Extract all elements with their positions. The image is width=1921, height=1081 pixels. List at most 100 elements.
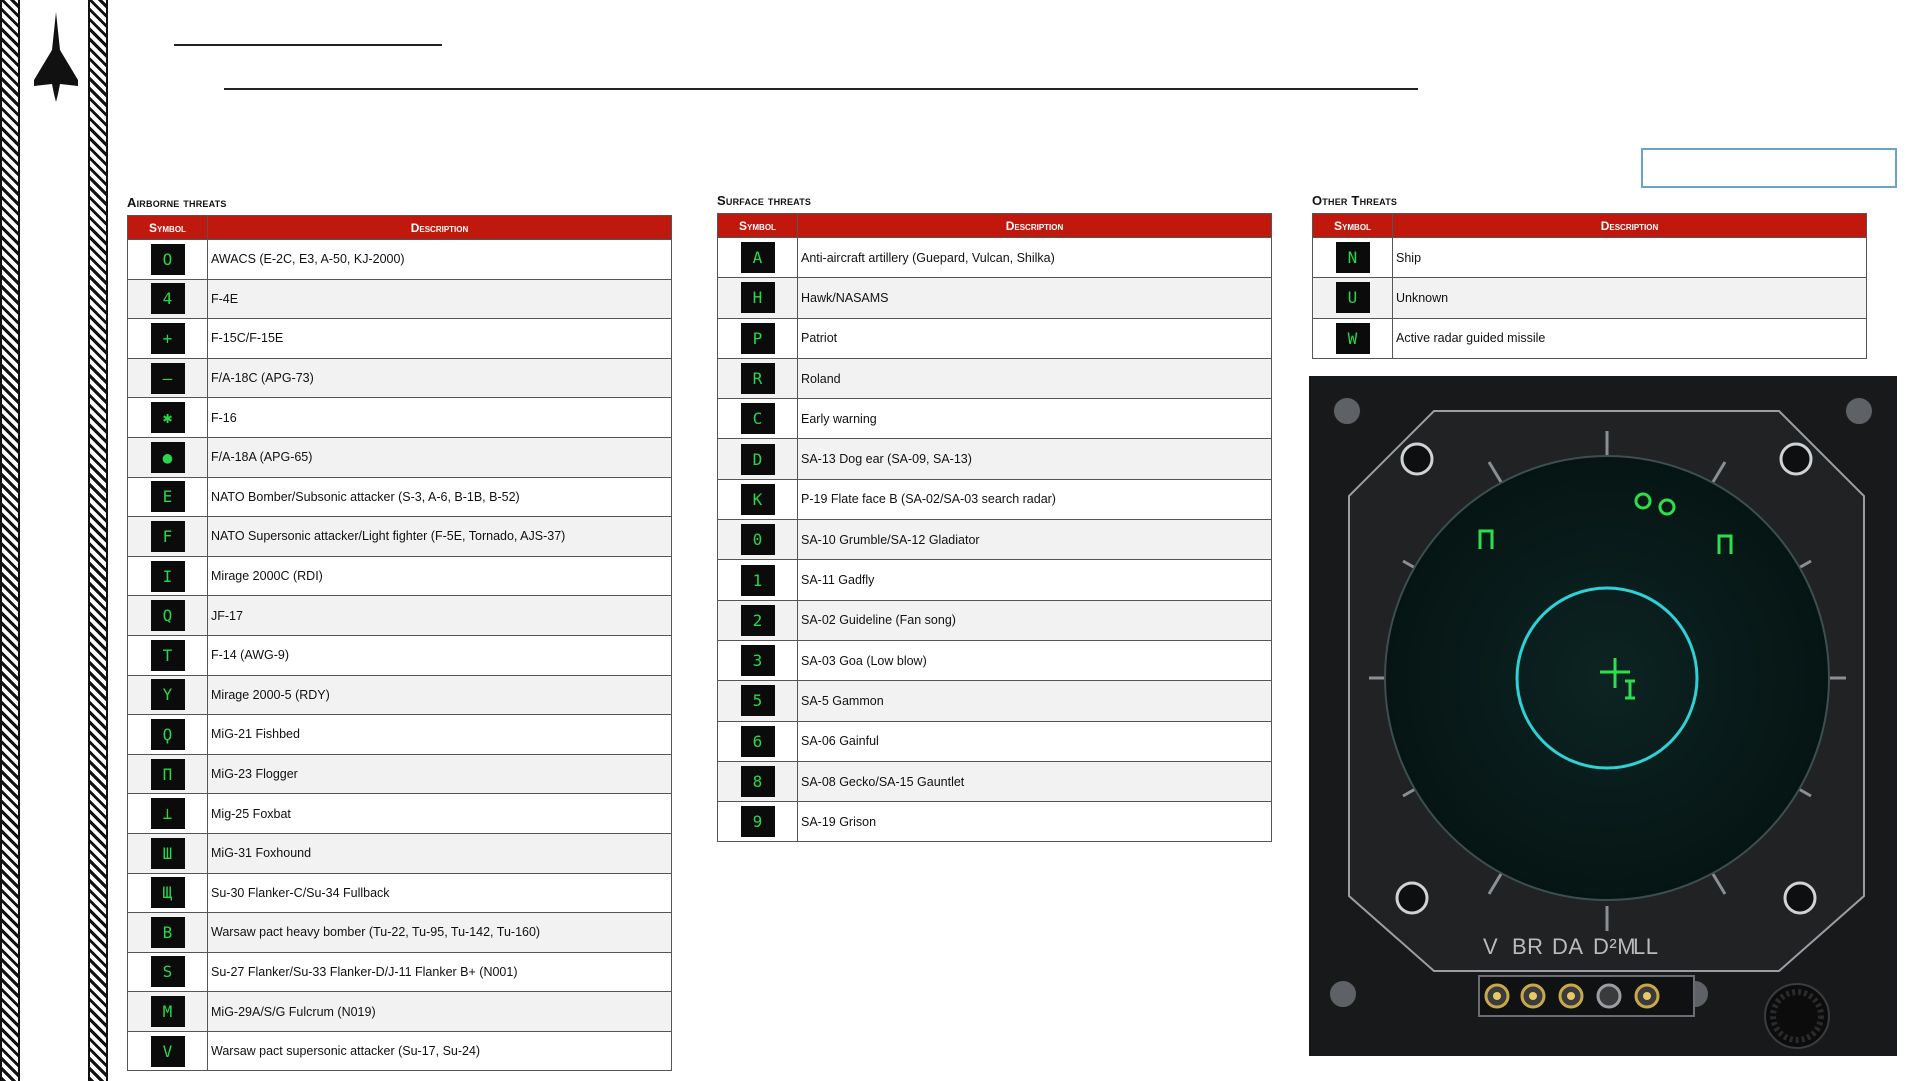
table-row: U Unknown bbox=[1312, 277, 1867, 319]
description-cell: Warsaw pact supersonic attacker (Su-17, … bbox=[207, 1030, 672, 1072]
table-row: Щ Su-30 Flanker-C/Su-34 Fullback bbox=[127, 872, 672, 914]
table-row: F NATO Supersonic attacker/Light fighter … bbox=[127, 516, 672, 557]
table-row: Π MiG-23 Flogger bbox=[127, 753, 672, 795]
description-cell: Anti-aircraft artillery (Guepard, Vulcan… bbox=[797, 236, 1272, 279]
threat-symbol: 6 bbox=[740, 725, 775, 757]
symbol-cell: 2 bbox=[717, 599, 798, 641]
table-row: T F-14 (AWG-9) bbox=[127, 634, 672, 676]
brightness-knob-icon bbox=[1764, 983, 1830, 1049]
description-cell: MiG-29A/S/G Fulcrum (N019) bbox=[207, 991, 672, 1032]
description-cell: Early warning bbox=[797, 398, 1272, 440]
empty-highlight-box bbox=[1641, 148, 1897, 188]
other-threats-title: Other Threats bbox=[1312, 193, 1398, 208]
airborne-threats-table: Symbol Description O AWACS (E-2C, E3, A-5… bbox=[127, 215, 672, 1072]
column-header-symbol: Symbol bbox=[127, 215, 208, 240]
threat-symbol: P bbox=[740, 322, 775, 354]
threat-symbol: R bbox=[740, 363, 775, 395]
symbol-cell: M bbox=[127, 991, 208, 1032]
page-border-hatch-right bbox=[88, 0, 108, 1081]
description-cell: F/A-18A (APG-65) bbox=[207, 436, 672, 478]
description-cell: MiG-23 Flogger bbox=[207, 753, 672, 795]
table-row: A Anti-aircraft artillery (Guepard, Vulca… bbox=[717, 236, 1272, 279]
column-header-symbol: Symbol bbox=[1312, 213, 1393, 238]
threat-symbol: C bbox=[740, 403, 775, 435]
description-cell: SA-08 Gecko/SA-15 Gauntlet bbox=[797, 760, 1272, 803]
description-cell: SA-11 Gadfly bbox=[797, 559, 1272, 601]
threat-symbol: ✱ bbox=[150, 402, 185, 434]
threat-symbol: Ϙ bbox=[150, 718, 185, 750]
threat-symbol: Ш bbox=[150, 837, 185, 869]
threat-symbol: F bbox=[150, 520, 185, 552]
symbol-cell: 5 bbox=[717, 680, 798, 722]
description-cell: P-19 Flate face B (SA-02/SA-03 search ra… bbox=[797, 478, 1272, 521]
table-row: Q JF-17 bbox=[127, 595, 672, 636]
header-rule-long bbox=[224, 88, 1418, 90]
table-row: S Su-27 Flanker/Su-33 Flanker-D/J-11 Flan… bbox=[127, 951, 672, 993]
threat-symbol: N bbox=[1335, 242, 1370, 274]
table-row: C Early warning bbox=[717, 398, 1272, 440]
description-cell: NATO Bomber/Subsonic attacker (S-3, A-6,… bbox=[207, 476, 672, 518]
table-row: B Warsaw pact heavy bomber (Tu-22, Tu-95,… bbox=[127, 912, 672, 953]
threat-symbol: Щ bbox=[150, 877, 185, 909]
symbol-cell: 1 bbox=[717, 559, 798, 601]
description-cell: SA-03 Goa (Low blow) bbox=[797, 639, 1272, 682]
rwr-scope bbox=[1384, 455, 1830, 901]
table-row: 2 SA-02 Guideline (Fan song) bbox=[717, 599, 1272, 641]
symbol-cell: ● bbox=[127, 436, 208, 478]
symbol-cell: ⊥ bbox=[127, 793, 208, 834]
description-cell: Unknown bbox=[1392, 277, 1867, 319]
rwr-button-label-br: BR bbox=[1512, 934, 1544, 959]
description-cell: MiG-21 Fishbed bbox=[207, 714, 672, 755]
table-row: Ϙ MiG-21 Fishbed bbox=[127, 714, 672, 755]
description-cell: MiG-31 Foxhound bbox=[207, 832, 672, 874]
surface-threats-section: Surface threats Symbol Description A Anti… bbox=[717, 193, 1272, 843]
symbol-cell: Щ bbox=[127, 872, 208, 914]
description-cell: Warsaw pact heavy bomber (Tu-22, Tu-95, … bbox=[207, 912, 672, 953]
table-row: E NATO Bomber/Subsonic attacker (S-3, A-6… bbox=[127, 476, 672, 518]
airborne-threats-title: Airborne threats bbox=[127, 195, 227, 210]
table-row: 8 SA-08 Gecko/SA-15 Gauntlet bbox=[717, 760, 1272, 803]
threat-symbol: 9 bbox=[740, 806, 775, 838]
description-cell: F-4E bbox=[207, 278, 672, 320]
symbol-cell: K bbox=[717, 478, 798, 521]
description-cell: Mig-25 Foxbat bbox=[207, 793, 672, 834]
threat-symbol: B bbox=[150, 916, 185, 948]
table-row: 9 SA-19 Grison bbox=[717, 801, 1272, 843]
table-row: M MiG-29A/S/G Fulcrum (N019) bbox=[127, 991, 672, 1032]
symbol-cell: 0 bbox=[717, 519, 798, 561]
surface-threats-title: Surface threats bbox=[717, 193, 812, 208]
table-row: 6 SA-06 Gainful bbox=[717, 720, 1272, 762]
rwr-button-label-d2m: D²M bbox=[1593, 934, 1637, 959]
table-row: D SA-13 Dog ear (SA-09, SA-13) bbox=[717, 438, 1272, 480]
column-header-symbol: Symbol bbox=[717, 213, 798, 238]
threat-symbol: ⊥ bbox=[150, 798, 185, 830]
symbol-cell: O bbox=[127, 239, 208, 280]
symbol-cell: I bbox=[127, 555, 208, 597]
threat-symbol: W bbox=[1335, 322, 1370, 354]
table-row: 5 SA-5 Gammon bbox=[717, 680, 1272, 722]
symbol-cell: D bbox=[717, 438, 798, 480]
symbol-cell: V bbox=[127, 1030, 208, 1072]
description-cell: Patriot bbox=[797, 317, 1272, 359]
table-row: 1 SA-11 Gadfly bbox=[717, 559, 1272, 601]
table-row: I Mirage 2000C (RDI) bbox=[127, 555, 672, 597]
table-row: 3 SA-03 Goa (Low blow) bbox=[717, 639, 1272, 682]
description-cell: Su-27 Flanker/Su-33 Flanker-D/J-11 Flank… bbox=[207, 951, 672, 993]
rwr-button-label-v: V bbox=[1483, 934, 1499, 959]
table-row: K P-19 Flate face B (SA-02/SA-03 search r… bbox=[717, 478, 1272, 521]
table-row: V Warsaw pact supersonic attacker (Su-17,… bbox=[127, 1030, 672, 1072]
threat-symbol: I bbox=[150, 560, 185, 592]
description-cell: Mirage 2000C (RDI) bbox=[207, 555, 672, 597]
symbol-cell: Ϙ bbox=[127, 714, 208, 755]
description-cell: SA-06 Gainful bbox=[797, 720, 1272, 762]
threat-symbol: + bbox=[150, 322, 185, 354]
symbol-cell: A bbox=[717, 236, 798, 279]
symbol-cell: T bbox=[127, 634, 208, 676]
symbol-cell: 9 bbox=[717, 801, 798, 843]
symbol-cell: ✱ bbox=[127, 397, 208, 438]
symbol-cell: H bbox=[717, 277, 798, 319]
threat-symbol: H bbox=[740, 282, 775, 314]
description-cell: SA-13 Dog ear (SA-09, SA-13) bbox=[797, 438, 1272, 480]
symbol-cell: P bbox=[717, 317, 798, 359]
table-row: ✱ F-16 bbox=[127, 397, 672, 438]
